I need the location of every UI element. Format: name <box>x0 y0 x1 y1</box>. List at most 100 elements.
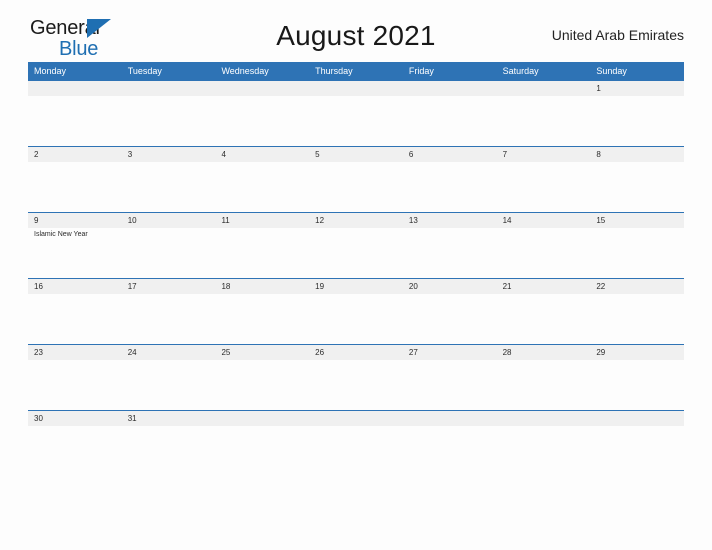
week-row: 16 17 18 19 20 21 22 <box>28 278 684 344</box>
weekday-header-sunday: Sunday <box>596 66 627 76</box>
day-number[interactable] <box>28 81 122 96</box>
day-event <box>497 294 591 345</box>
day-event <box>309 360 403 411</box>
week-events-strip <box>28 294 684 345</box>
weekday-header-saturday: Saturday <box>502 66 539 76</box>
day-event <box>215 228 309 279</box>
day-number[interactable] <box>497 81 591 96</box>
week-row: 1 <box>28 80 684 146</box>
day-event <box>28 96 122 147</box>
day-number[interactable]: 23 <box>28 345 122 360</box>
day-number[interactable] <box>215 411 309 426</box>
day-number[interactable]: 1 <box>590 81 684 96</box>
day-event <box>497 162 591 213</box>
day-number[interactable]: 24 <box>122 345 216 360</box>
day-event <box>28 294 122 345</box>
week-numbers-strip: 30 31 <box>28 411 684 426</box>
day-number[interactable] <box>309 81 403 96</box>
day-event <box>590 426 684 477</box>
day-number[interactable]: 18 <box>215 279 309 294</box>
day-number[interactable] <box>590 411 684 426</box>
day-event <box>403 228 497 279</box>
day-number[interactable] <box>497 411 591 426</box>
day-number[interactable]: 13 <box>403 213 497 228</box>
day-number[interactable]: 25 <box>215 345 309 360</box>
week-events-strip: Islamic New Year <box>28 228 684 279</box>
day-event <box>497 360 591 411</box>
day-number[interactable]: 11 <box>215 213 309 228</box>
week-events-strip <box>28 360 684 411</box>
calendar-grid: Monday Tuesday Wednesday Thursday Friday… <box>28 62 684 476</box>
day-event <box>497 426 591 477</box>
day-number[interactable]: 22 <box>590 279 684 294</box>
day-event <box>215 96 309 147</box>
day-number[interactable]: 21 <box>497 279 591 294</box>
day-event <box>28 162 122 213</box>
week-row: 30 31 <box>28 410 684 476</box>
day-event <box>309 96 403 147</box>
page-header: General Blue August 2021 United Arab Emi… <box>28 0 684 62</box>
day-event <box>122 426 216 477</box>
day-event <box>590 96 684 147</box>
day-number[interactable] <box>403 411 497 426</box>
day-number[interactable]: 2 <box>28 147 122 162</box>
weekday-header-monday: Monday <box>34 66 67 76</box>
day-event <box>122 294 216 345</box>
day-number[interactable]: 14 <box>497 213 591 228</box>
day-number[interactable]: 9 <box>28 213 122 228</box>
day-event <box>590 360 684 411</box>
day-number[interactable]: 27 <box>403 345 497 360</box>
day-number[interactable]: 19 <box>309 279 403 294</box>
week-events-strip <box>28 96 684 147</box>
week-row: 9 10 11 12 13 14 15 Islamic New Year <box>28 212 684 278</box>
day-number[interactable]: 6 <box>403 147 497 162</box>
day-number[interactable]: 7 <box>497 147 591 162</box>
day-event <box>403 426 497 477</box>
day-number[interactable]: 26 <box>309 345 403 360</box>
day-number[interactable]: 8 <box>590 147 684 162</box>
day-number[interactable]: 29 <box>590 345 684 360</box>
day-event <box>309 162 403 213</box>
day-number[interactable]: 30 <box>28 411 122 426</box>
day-event <box>497 228 591 279</box>
weekday-header-tuesday: Tuesday <box>127 66 162 76</box>
weekday-header-thursday: Thursday <box>315 66 353 76</box>
day-number[interactable]: 10 <box>122 213 216 228</box>
day-event <box>309 228 403 279</box>
weekday-header-friday: Friday <box>408 66 434 76</box>
day-number[interactable]: 28 <box>497 345 591 360</box>
calendar-page: General Blue August 2021 United Arab Emi… <box>0 0 712 550</box>
day-event <box>122 96 216 147</box>
day-number[interactable]: 4 <box>215 147 309 162</box>
week-numbers-strip: 16 17 18 19 20 21 22 <box>28 279 684 294</box>
week-events-strip <box>28 426 684 477</box>
day-number[interactable] <box>215 81 309 96</box>
day-event <box>122 360 216 411</box>
day-number[interactable]: 3 <box>122 147 216 162</box>
week-row: 23 24 25 26 27 28 29 <box>28 344 684 410</box>
day-event <box>122 228 216 279</box>
day-event <box>403 294 497 345</box>
day-number[interactable] <box>403 81 497 96</box>
week-events-strip <box>28 162 684 213</box>
day-event <box>215 426 309 477</box>
day-event <box>28 360 122 411</box>
day-number[interactable]: 20 <box>403 279 497 294</box>
day-number[interactable]: 17 <box>122 279 216 294</box>
day-event <box>403 96 497 147</box>
week-numbers-strip: 23 24 25 26 27 28 29 <box>28 345 684 360</box>
day-number[interactable] <box>309 411 403 426</box>
week-row: 2 3 4 5 6 7 8 <box>28 146 684 212</box>
day-number[interactable]: 12 <box>309 213 403 228</box>
weekday-header-row: Monday Tuesday Wednesday Thursday Friday… <box>28 62 684 80</box>
day-number[interactable] <box>122 81 216 96</box>
day-number[interactable]: 15 <box>590 213 684 228</box>
day-event <box>403 162 497 213</box>
day-number[interactable]: 31 <box>122 411 216 426</box>
day-event <box>497 96 591 147</box>
day-event <box>28 426 122 477</box>
day-number[interactable]: 16 <box>28 279 122 294</box>
day-event <box>215 360 309 411</box>
day-number[interactable]: 5 <box>309 147 403 162</box>
week-numbers-strip: 2 3 4 5 6 7 8 <box>28 147 684 162</box>
